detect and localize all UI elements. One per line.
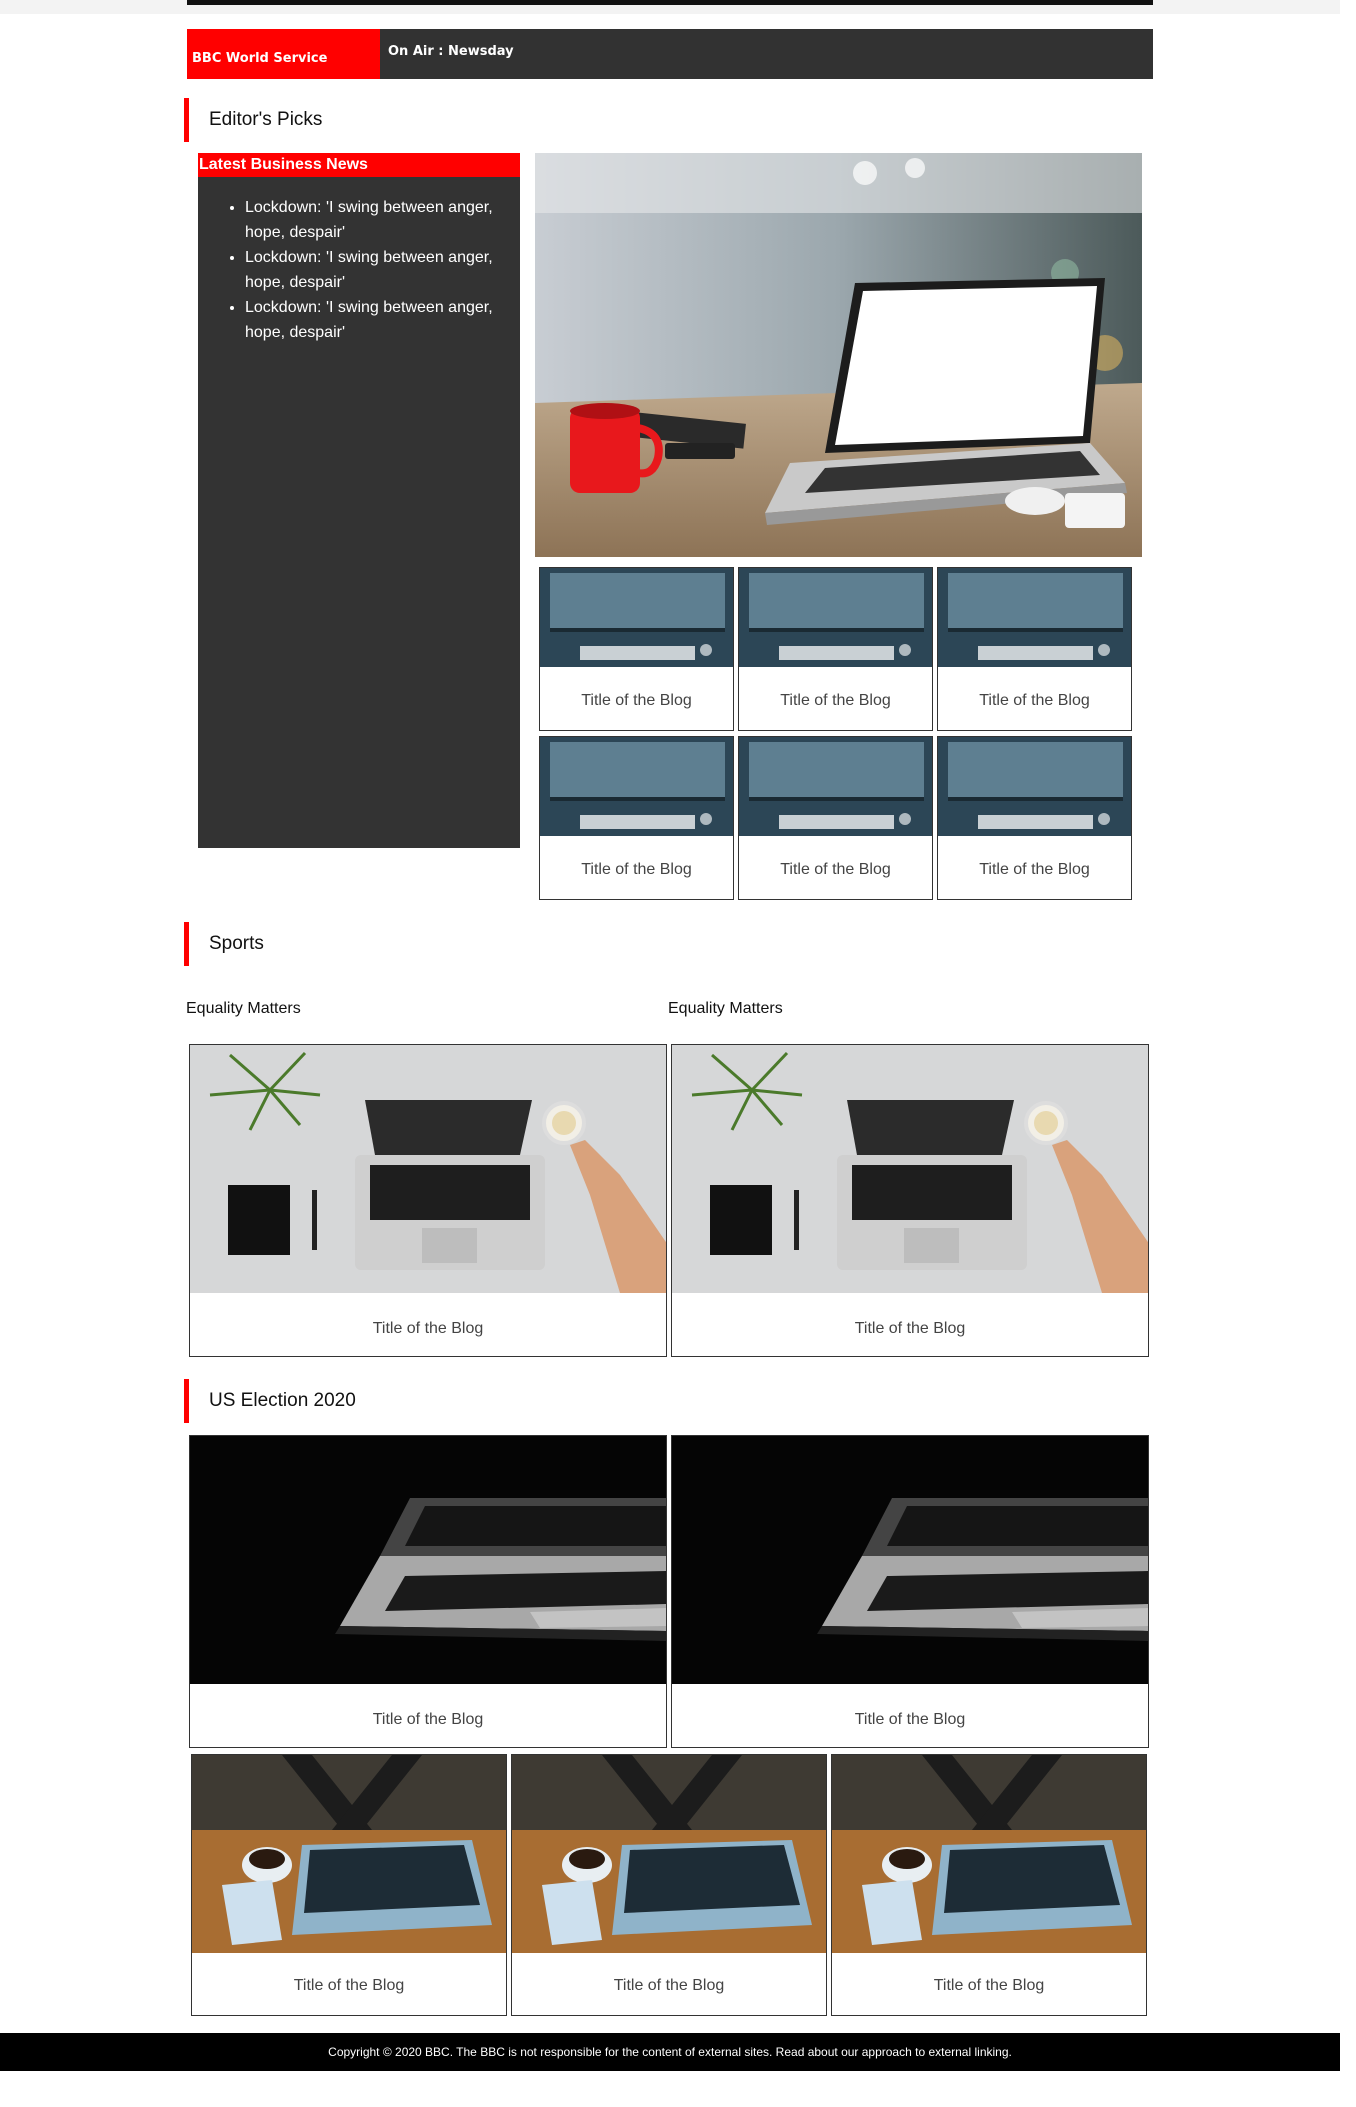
top-strip (0, 0, 1340, 14)
card-title: Title of the Blog (581, 861, 692, 878)
section-heading-us-election: US Election 2020 (184, 1379, 356, 1423)
card-image (672, 1436, 1148, 1684)
card-title: Title of the Blog (372, 1320, 484, 1337)
card-title: Title of the Blog (581, 692, 692, 709)
blog-card[interactable]: Title of the Blog (539, 567, 734, 731)
blog-card[interactable]: Title of the Blog (189, 1044, 667, 1357)
sports-column-label: Equality Matters (668, 1000, 783, 1017)
latest-news-list: Lockdown: 'I swing between anger, hope, … (198, 177, 520, 345)
card-image (739, 568, 932, 667)
card-image (832, 1755, 1146, 1953)
news-link[interactable]: Lockdown: 'I swing between anger, hope, … (245, 245, 500, 295)
section-heading-sports: Sports (184, 922, 264, 966)
blog-card[interactable]: Title of the Blog (191, 1754, 507, 2016)
sports-column-label: Equality Matters (186, 1000, 301, 1017)
top-bar (187, 0, 1153, 5)
blog-card[interactable]: Title of the Blog (738, 567, 933, 731)
card-title: Title of the Blog (780, 692, 891, 709)
card-image (938, 737, 1131, 836)
card-image (190, 1045, 666, 1293)
card-title: Title of the Blog (780, 861, 891, 878)
blog-card[interactable]: Title of the Blog (671, 1044, 1149, 1357)
blog-card[interactable]: Title of the Blog (738, 736, 933, 900)
news-link[interactable]: Lockdown: 'I swing between anger, hope, … (245, 295, 500, 345)
blog-card[interactable]: Title of the Blog (539, 736, 734, 900)
card-title: Title of the Blog (933, 1977, 1045, 1994)
section-heading-editors-picks: Editor's Picks (184, 98, 322, 142)
card-image (540, 737, 733, 836)
card-image (192, 1755, 506, 1953)
card-title: Title of the Blog (979, 692, 1090, 709)
blog-card[interactable]: Title of the Blog (511, 1754, 827, 2016)
blog-card[interactable]: Title of the Blog (189, 1435, 667, 1748)
card-title: Title of the Blog (854, 1320, 966, 1337)
live-bar: BBC World Service On Air : Newsday (187, 29, 1153, 79)
card-image (540, 568, 733, 667)
blog-card[interactable]: Title of the Blog (937, 736, 1132, 900)
card-title: Title of the Blog (979, 861, 1090, 878)
card-image (512, 1755, 826, 1953)
card-image (190, 1436, 666, 1684)
card-title: Title of the Blog (293, 1977, 405, 1994)
on-air-label[interactable]: On Air : Newsday (380, 44, 514, 65)
news-link[interactable]: Lockdown: 'I swing between anger, hope, … (245, 195, 500, 245)
card-image (739, 737, 932, 836)
card-title: Title of the Blog (854, 1711, 966, 1728)
card-image (672, 1045, 1148, 1293)
service-label[interactable]: BBC World Service (187, 29, 380, 79)
card-image (938, 568, 1131, 667)
card-title: Title of the Blog (613, 1977, 725, 1994)
latest-news-heading: Latest Business News (198, 153, 520, 177)
card-title: Title of the Blog (372, 1711, 484, 1728)
footer-copyright: Copyright © 2020 BBC. The BBC is not res… (0, 2033, 1340, 2071)
latest-news-panel: Latest Business News Lockdown: 'I swing … (198, 153, 520, 848)
blog-card[interactable]: Title of the Blog (831, 1754, 1147, 2016)
blog-card[interactable]: Title of the Blog (671, 1435, 1149, 1748)
blog-card[interactable]: Title of the Blog (937, 567, 1132, 731)
hero-image[interactable] (535, 153, 1142, 557)
